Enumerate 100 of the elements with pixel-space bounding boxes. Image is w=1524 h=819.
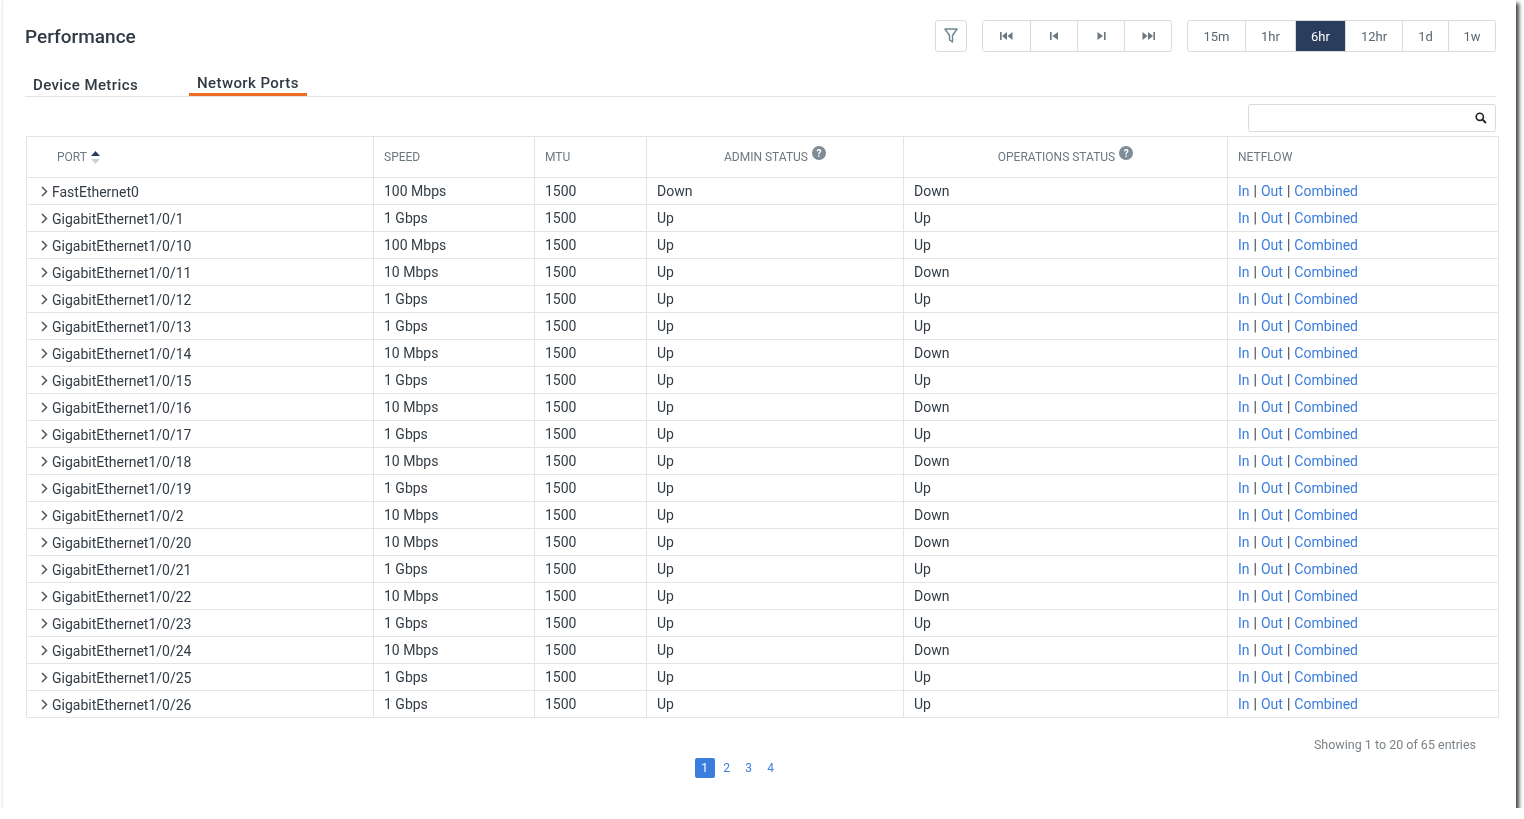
netflow-link[interactable]: In [1238,507,1250,523]
expand-toggle[interactable] [41,375,48,387]
expand-toggle[interactable] [41,429,48,441]
expand-toggle[interactable] [41,213,48,225]
netflow-link[interactable]: Combined [1294,237,1359,253]
netflow-link[interactable]: Combined [1294,291,1359,307]
netflow-link[interactable]: In [1238,318,1250,334]
netflow-link[interactable]: Combined [1294,561,1359,577]
netflow-link[interactable]: Combined [1294,696,1359,712]
netflow-link[interactable]: In [1238,264,1250,280]
netflow-link[interactable]: Combined [1294,264,1359,280]
expand-toggle[interactable] [41,645,48,657]
netflow-link[interactable]: Combined [1294,642,1359,658]
netflow-link[interactable]: In [1238,480,1250,496]
netflow-link[interactable]: Combined [1294,480,1359,496]
netflow-link[interactable]: Out [1260,480,1283,496]
netflow-link[interactable]: In [1238,534,1250,550]
netflow-link[interactable]: Out [1260,372,1283,388]
netflow-link[interactable]: Out [1260,237,1283,253]
netflow-link[interactable]: Out [1260,696,1283,712]
netflow-link[interactable]: Combined [1294,183,1359,199]
netflow-link[interactable]: Out [1260,426,1283,442]
netflow-link[interactable]: Combined [1294,615,1359,631]
netflow-link[interactable]: In [1238,372,1250,388]
netflow-link[interactable]: In [1238,426,1250,442]
expand-toggle[interactable] [41,618,48,630]
netflow-link[interactable]: Out [1260,453,1283,469]
expand-toggle[interactable] [41,240,48,252]
filter-button[interactable] [935,20,967,52]
netflow-link[interactable]: Combined [1294,210,1359,226]
netflow-link[interactable]: Combined [1294,372,1359,388]
help-icon[interactable]: ? [811,146,826,161]
netflow-link[interactable]: Out [1260,318,1283,334]
netflow-link[interactable]: In [1238,210,1250,226]
netflow-link[interactable]: Out [1260,291,1283,307]
expand-toggle[interactable] [41,591,48,603]
netflow-link[interactable]: Combined [1294,669,1359,685]
netflow-link[interactable]: Combined [1294,507,1359,523]
netflow-link[interactable]: Out [1260,507,1283,523]
netflow-link[interactable]: Combined [1294,534,1359,550]
netflow-link[interactable]: Out [1260,561,1283,577]
netflow-link[interactable]: In [1238,588,1250,604]
expand-toggle[interactable] [41,402,48,414]
netflow-link[interactable]: In [1238,237,1250,253]
netflow-link[interactable]: Out [1260,534,1283,550]
netflow-link[interactable]: In [1238,399,1250,415]
search-field[interactable] [1248,104,1496,132]
page-button[interactable]: 1 [694,758,715,778]
expand-toggle[interactable] [41,672,48,684]
netflow-link[interactable]: In [1238,696,1250,712]
netflow-link[interactable]: Out [1260,669,1283,685]
expand-toggle[interactable] [41,267,48,279]
netflow-link[interactable]: Out [1260,264,1283,280]
page-button[interactable]: 2 [716,758,737,778]
tab[interactable]: Device Metrics [25,76,146,98]
netflow-link[interactable]: Out [1260,642,1283,658]
netflow-link[interactable]: In [1238,615,1250,631]
netflow-link[interactable]: In [1238,642,1250,658]
netflow-link[interactable]: Out [1260,183,1283,199]
netflow-link[interactable]: Combined [1294,588,1359,604]
help-icon[interactable]: ? [1119,146,1134,161]
time-range-button[interactable]: 1w [1448,21,1495,51]
netflow-link[interactable]: Out [1260,588,1283,604]
netflow-link[interactable]: Out [1260,399,1283,415]
expand-toggle[interactable] [41,456,48,468]
expand-toggle[interactable] [41,483,48,495]
sort-ascending-icon[interactable] [90,150,100,164]
separator: | [1286,345,1291,361]
chevron-icon [41,267,48,279]
netflow-link[interactable]: Combined [1294,453,1359,469]
netflow-link[interactable]: In [1238,183,1250,199]
expand-toggle[interactable] [41,321,48,333]
mtu-cell: 1500 [534,501,647,529]
netflow-link[interactable]: Combined [1294,399,1359,415]
column-header[interactable]: PORT [57,150,87,165]
netflow-link[interactable]: Combined [1294,318,1359,334]
last-button[interactable] [1124,21,1171,51]
expand-toggle[interactable] [41,186,48,198]
page-button[interactable]: 3 [738,758,759,778]
expand-toggle[interactable] [41,294,48,306]
admin-status-cell: Up [646,528,904,556]
time-range-button[interactable]: 6hr [1295,21,1345,51]
netflow-link[interactable]: In [1238,345,1250,361]
netflow-link[interactable]: In [1238,291,1250,307]
netflow-link[interactable]: Out [1260,345,1283,361]
expand-toggle[interactable] [41,348,48,360]
netflow-link[interactable]: Out [1260,615,1283,631]
netflow-link[interactable]: Out [1260,210,1283,226]
netflow-link[interactable]: Combined [1294,426,1359,442]
netflow-link[interactable]: In [1238,561,1250,577]
speed-cell: 1 Gbps [373,285,535,313]
netflow-link[interactable]: Combined [1294,345,1359,361]
tab[interactable]: Network Ports [189,74,307,96]
page-button[interactable]: 4 [760,758,781,778]
expand-toggle[interactable] [41,699,48,711]
expand-toggle[interactable] [41,510,48,522]
expand-toggle[interactable] [41,564,48,576]
expand-toggle[interactable] [41,537,48,549]
netflow-link[interactable]: In [1238,669,1250,685]
netflow-link[interactable]: In [1238,453,1250,469]
